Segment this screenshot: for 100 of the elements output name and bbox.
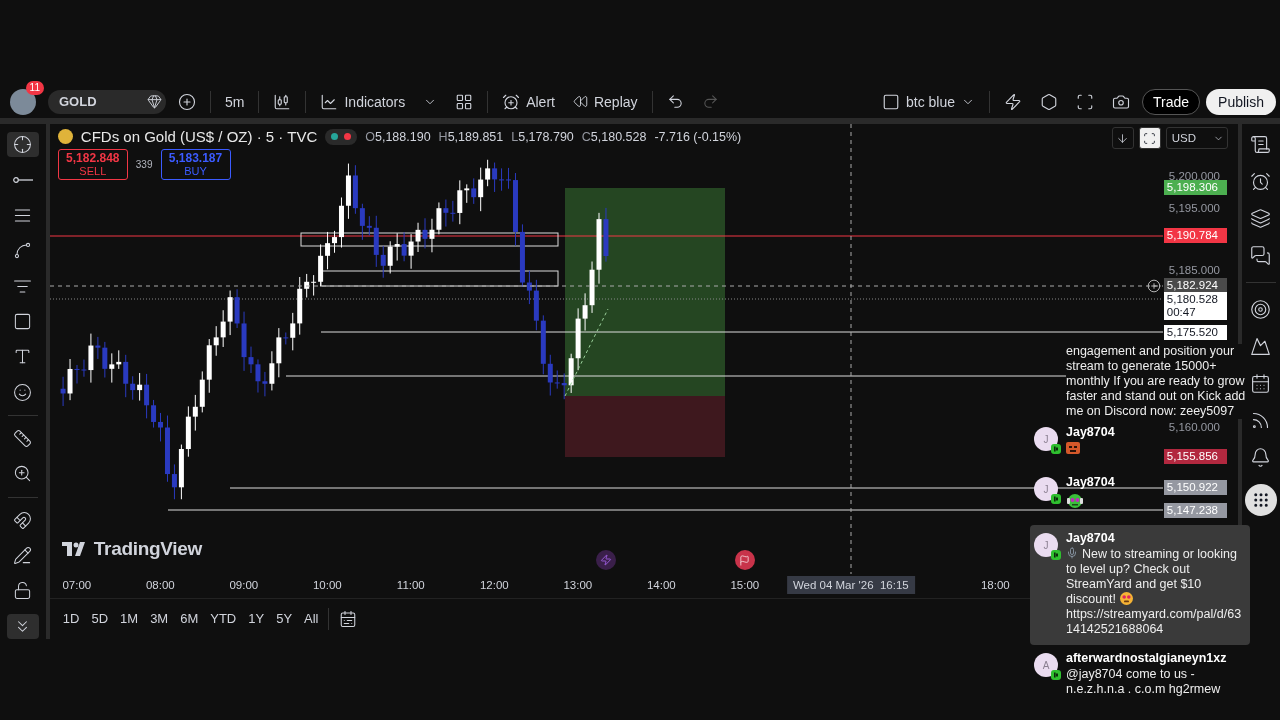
- period-button[interactable]: 1M: [115, 609, 144, 628]
- symbol-search-field[interactable]: GOLD: [48, 89, 166, 114]
- ruler-icon: [13, 429, 33, 448]
- time-tick: 07:00: [62, 579, 92, 591]
- price-tag: 5,150.922: [1163, 480, 1227, 495]
- diamond-icon: [147, 94, 162, 109]
- period-button[interactable]: YTD: [205, 609, 242, 628]
- buy-button[interactable]: 5,183.187 BUY: [160, 149, 231, 180]
- grid-icon: [455, 92, 474, 111]
- ohlc-value: C5,180.528: [581, 129, 647, 144]
- replay-button[interactable]: Replay: [566, 89, 644, 114]
- time-tick: 14:00: [646, 579, 676, 591]
- mountain-button[interactable]: [1250, 336, 1272, 357]
- target-button[interactable]: [1250, 299, 1272, 320]
- platform-badge-icon: [1051, 550, 1061, 560]
- camera-icon: [1112, 92, 1130, 111]
- period-button[interactable]: 6M: [175, 609, 204, 628]
- period-button[interactable]: 1D: [57, 609, 85, 628]
- lightning-icon: [1004, 92, 1022, 111]
- time-tick: 15:00: [730, 579, 760, 591]
- calendar-button[interactable]: [1250, 373, 1272, 394]
- target-icon: [1250, 299, 1272, 320]
- publish-button[interactable]: Publish: [1206, 88, 1276, 115]
- price-tick: 5,185.000: [1168, 264, 1220, 276]
- flag-marker[interactable]: [734, 550, 755, 570]
- tradingview-logo-icon: [61, 542, 88, 556]
- price-tick: 5,195.000: [1168, 202, 1220, 214]
- calendar-icon: [338, 609, 357, 628]
- pattern-icon: [13, 241, 33, 261]
- rectangle-icon: [13, 311, 33, 331]
- alert-button[interactable]: Alert: [496, 88, 561, 115]
- chat-username: Jay8704: [1066, 475, 1115, 489]
- square-icon: [881, 92, 900, 111]
- scroll-down-button[interactable]: [1111, 127, 1134, 149]
- crosshair-icon: [13, 135, 33, 155]
- rewind-icon: [572, 94, 588, 109]
- crosshair-tool[interactable]: [6, 132, 39, 158]
- sell-button[interactable]: 5,182.848 SELL: [57, 149, 128, 180]
- price-tag: 5,180.528 00:47: [1163, 292, 1227, 320]
- ohlc-value: O5,188.190: [365, 129, 431, 144]
- alarm-clock-icon: [502, 92, 521, 111]
- angry-face-emote-icon: [1066, 441, 1080, 455]
- zoom-in-icon: [13, 464, 33, 484]
- indicators-button[interactable]: Indicators: [314, 88, 412, 115]
- price-tag: 5,198.306: [1163, 180, 1227, 195]
- price-tag: 5,175.520: [1163, 325, 1227, 340]
- lightning-icon: [599, 554, 612, 566]
- alarm-clock-button[interactable]: [1250, 171, 1272, 192]
- apps-button[interactable]: [1244, 484, 1277, 516]
- bell-button[interactable]: [1250, 447, 1272, 468]
- trade-button[interactable]: Trade: [1142, 88, 1201, 115]
- event-marker[interactable]: [595, 550, 616, 570]
- chat-button[interactable]: [1250, 245, 1272, 266]
- unlock-icon: [13, 581, 33, 601]
- chat-icon: [1250, 245, 1272, 266]
- dots-grid-icon: [1251, 491, 1270, 509]
- line-chart-icon: [320, 92, 339, 111]
- layers-icon: [1250, 208, 1272, 229]
- smiley-icon: [13, 382, 33, 402]
- platform-badge-icon: [1051, 444, 1061, 454]
- arrow-down-icon: [1116, 131, 1130, 145]
- layers-button[interactable]: [1250, 208, 1272, 229]
- period-button[interactable]: 5Y: [271, 609, 298, 628]
- time-tick: 18:00: [980, 579, 1010, 591]
- chat-link[interactable]: https://streamyard.com/pal/d/6314142521688064: [1066, 607, 1246, 637]
- period-button[interactable]: 1Y: [243, 609, 270, 628]
- auto-scale-button[interactable]: [1138, 127, 1161, 149]
- period-button[interactable]: All: [299, 609, 324, 628]
- price-tag: 5,190.784: [1163, 228, 1227, 243]
- price-tick: 5,160.000: [1168, 421, 1220, 433]
- price-tag: 5,147.238: [1163, 503, 1227, 518]
- market-status-icon: [325, 128, 358, 145]
- interval-button[interactable]: 5m: [219, 89, 251, 114]
- flag-icon: [739, 554, 751, 566]
- settings-icon: [1040, 92, 1058, 111]
- crosshair-time-label: Wed 04 Mar '26 16:15: [786, 576, 915, 594]
- ohlc-value: H5,189.851: [438, 129, 504, 144]
- time-tick: 09:00: [229, 579, 259, 591]
- watchlist-button[interactable]: [1250, 134, 1272, 155]
- time-tick: 10:00: [312, 579, 342, 591]
- coin-icon: [57, 129, 73, 144]
- mountain-icon: [1250, 336, 1272, 357]
- trend-line-icon: [12, 177, 33, 184]
- chat-username: afterwardnostalgianeyn1xz: [1066, 651, 1227, 665]
- headphones-face-emote-icon: [1066, 491, 1084, 509]
- chat-avatar: J: [1034, 533, 1058, 557]
- chevron-down-tool[interactable]: [6, 613, 39, 639]
- period-button[interactable]: 5D: [86, 609, 114, 628]
- layout-name-button[interactable]: btc blue: [875, 88, 981, 115]
- notification-badge: 11: [25, 80, 44, 95]
- pencil-icon: [13, 546, 33, 566]
- chat-avatar: J: [1034, 427, 1058, 451]
- heart-eyes-emoji-icon: [1120, 592, 1134, 605]
- currency-select[interactable]: USD: [1165, 127, 1228, 149]
- calendar-icon: [1250, 373, 1272, 394]
- chat-avatar: J: [1034, 477, 1058, 501]
- chat-message: @jay8704 come to us - n.e.z.h.n.a . c.o.m hg2rmew: [1066, 667, 1222, 697]
- ohlc-value: L5,178.790: [511, 129, 574, 144]
- period-button[interactable]: 3M: [145, 609, 174, 628]
- chat-message: New to streaming or looking to level up? Check out StreamYard and get $10 discount! https://streamyard.com/pal/d/6314142521688064: [1066, 547, 1246, 637]
